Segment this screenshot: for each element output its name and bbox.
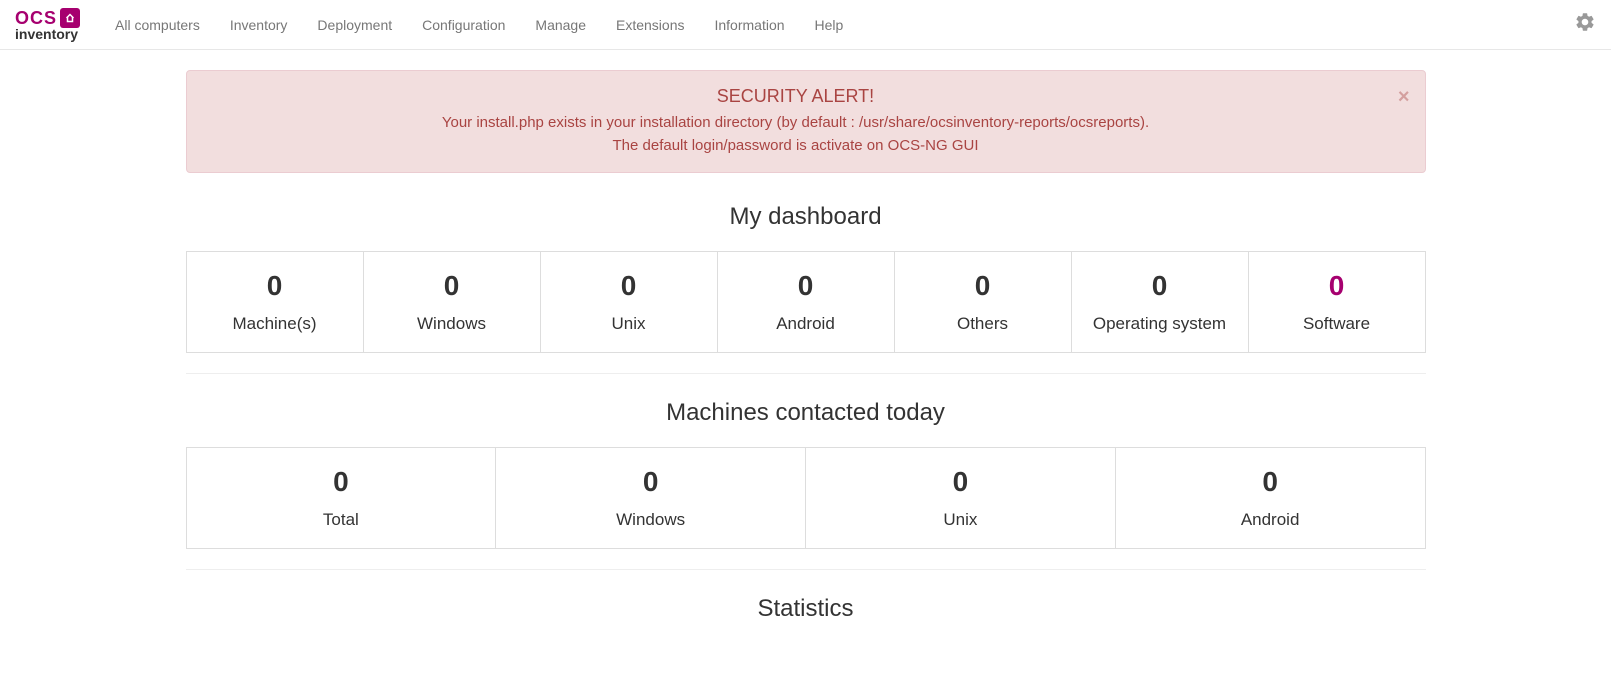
stat-value: 0 [506, 466, 795, 498]
close-icon[interactable]: × [1398, 86, 1410, 109]
stat-label: Android [1126, 510, 1415, 530]
house-up-icon [60, 8, 80, 28]
stat-contacted-android[interactable]: 0 Android [1116, 448, 1425, 548]
contacted-stats-row: 0 Total 0 Windows 0 Unix 0 Android [186, 447, 1426, 549]
logo-top-text: OCS [15, 10, 57, 26]
stat-value: 0 [551, 270, 707, 302]
divider [186, 373, 1426, 374]
stat-machines[interactable]: 0 Machine(s) [187, 252, 364, 352]
alert-line-2: The default login/password is activate o… [202, 135, 1390, 158]
security-alert: × SECURITY ALERT! Your install.php exist… [186, 70, 1426, 173]
dashboard-stats-row: 0 Machine(s) 0 Windows 0 Unix 0 Android … [186, 251, 1426, 353]
stat-label: Android [728, 314, 884, 334]
gear-icon[interactable] [1574, 20, 1596, 37]
divider [186, 569, 1426, 570]
stat-label: Operating system [1082, 314, 1238, 334]
stat-label: Total [197, 510, 486, 530]
stat-label: Software [1259, 314, 1415, 334]
stat-others[interactable]: 0 Others [895, 252, 1072, 352]
stat-unix[interactable]: 0 Unix [541, 252, 718, 352]
nav-help[interactable]: Help [815, 0, 844, 50]
stat-label: Windows [374, 314, 530, 334]
nav-deployment[interactable]: Deployment [317, 0, 392, 50]
logo-bottom-text: inventory [15, 28, 80, 41]
statistics-title: Statistics [186, 595, 1426, 623]
stat-software[interactable]: 0 Software [1249, 252, 1425, 352]
stat-contacted-windows[interactable]: 0 Windows [496, 448, 806, 548]
nav-configuration[interactable]: Configuration [422, 0, 505, 50]
dashboard-title: My dashboard [186, 203, 1426, 231]
stat-value: 0 [905, 270, 1061, 302]
stat-value: 0 [374, 270, 530, 302]
stat-label: Unix [551, 314, 707, 334]
nav-inventory[interactable]: Inventory [230, 0, 288, 50]
alert-title: SECURITY ALERT! [202, 86, 1390, 107]
logo[interactable]: OCS inventory [15, 8, 80, 41]
stat-label: Unix [816, 510, 1105, 530]
stat-value: 0 [728, 270, 884, 302]
stat-label: Others [905, 314, 1061, 334]
nav-manage[interactable]: Manage [535, 0, 586, 50]
top-navbar: OCS inventory All computers Inventory De… [0, 0, 1611, 50]
stat-label: Machine(s) [197, 314, 353, 334]
stat-value: 0 [1082, 270, 1238, 302]
nav-menu: All computers Inventory Deployment Confi… [100, 0, 858, 50]
stat-contacted-unix[interactable]: 0 Unix [806, 448, 1116, 548]
contacted-title: Machines contacted today [186, 399, 1426, 427]
stat-windows[interactable]: 0 Windows [364, 252, 541, 352]
stat-value: 0 [816, 466, 1105, 498]
stat-label: Windows [506, 510, 795, 530]
nav-extensions[interactable]: Extensions [616, 0, 684, 50]
nav-information[interactable]: Information [714, 0, 784, 50]
stat-value: 0 [1126, 466, 1415, 498]
alert-line-1: Your install.php exists in your installa… [202, 112, 1390, 135]
stat-value: 0 [197, 466, 486, 498]
nav-all-computers[interactable]: All computers [115, 0, 200, 50]
stat-android[interactable]: 0 Android [718, 252, 895, 352]
stat-total[interactable]: 0 Total [187, 448, 497, 548]
stat-value: 0 [197, 270, 353, 302]
stat-os[interactable]: 0 Operating system [1072, 252, 1249, 352]
stat-value: 0 [1259, 270, 1415, 302]
